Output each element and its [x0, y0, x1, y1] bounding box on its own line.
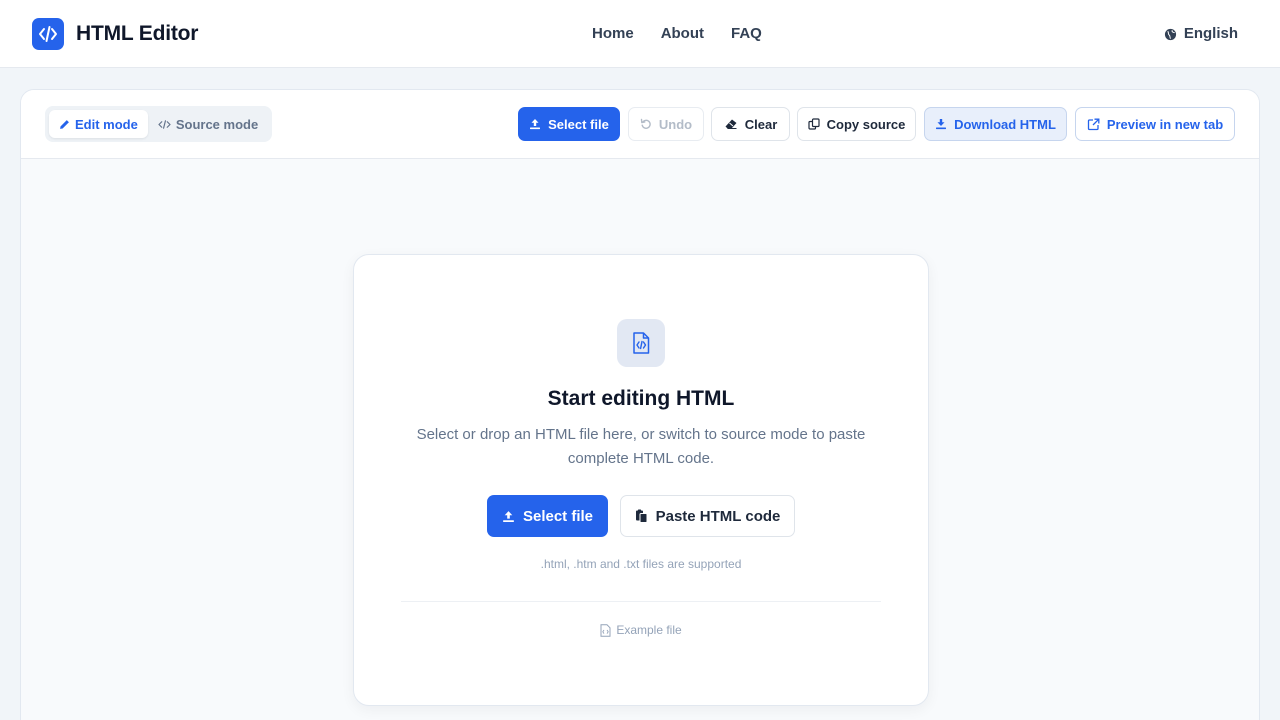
- language-selector[interactable]: English: [1164, 24, 1238, 44]
- toolbar-select-file-button[interactable]: Select file: [518, 107, 620, 141]
- preview-new-tab-button[interactable]: Preview in new tab: [1075, 107, 1235, 141]
- top-header: HTML Editor Home About FAQ English: [0, 0, 1280, 68]
- nav-about[interactable]: About: [661, 24, 704, 44]
- preview-label: Preview in new tab: [1106, 116, 1224, 132]
- download-html-label: Download HTML: [954, 116, 1056, 132]
- clear-button[interactable]: Clear: [711, 107, 790, 141]
- select-file-button[interactable]: Select file: [487, 495, 608, 537]
- download-icon: [936, 119, 947, 130]
- select-file-label: Select file: [522, 507, 594, 525]
- main-nav: Home About FAQ: [592, 24, 789, 44]
- upload-icon: [503, 510, 514, 522]
- code-icon: [32, 18, 64, 50]
- pencil-icon: [60, 119, 69, 129]
- paste-html-code-button[interactable]: Paste HTML code: [620, 495, 795, 537]
- source-mode-label: Source mode: [175, 116, 259, 132]
- select-file-label: Select file: [548, 116, 609, 132]
- edit-mode-label: Edit mode: [75, 116, 138, 132]
- clear-label: Clear: [744, 116, 778, 132]
- upload-icon: [530, 119, 541, 130]
- copy-icon: [808, 118, 820, 130]
- download-html-button[interactable]: Download HTML: [924, 107, 1067, 141]
- copy-source-label: Copy source: [826, 116, 906, 132]
- copy-source-button[interactable]: Copy source: [797, 107, 916, 141]
- editor-panel: Edit mode Source mode Select file Undo C…: [20, 89, 1260, 720]
- paste-code-label: Paste HTML code: [655, 507, 781, 525]
- html-file-icon: [617, 319, 665, 367]
- drop-zone-card[interactable]: Start editing HTML Select or drop an HTM…: [353, 254, 929, 706]
- example-file-label: Example file: [616, 623, 682, 637]
- undo-icon: [640, 118, 651, 129]
- clipboard-icon: [635, 509, 648, 523]
- undo-label: Undo: [658, 116, 693, 132]
- code-icon: [158, 119, 171, 129]
- eraser-icon: [725, 119, 737, 129]
- mode-switch: Edit mode Source mode: [45, 106, 273, 142]
- language-label: English: [1183, 25, 1238, 42]
- brand-name: HTML Editor: [76, 22, 199, 45]
- nav-faq[interactable]: FAQ: [731, 24, 762, 44]
- edit-mode-tab[interactable]: Edit mode: [49, 110, 148, 138]
- brand[interactable]: HTML Editor: [32, 18, 198, 50]
- empty-state-title: Start editing HTML: [547, 387, 735, 410]
- file-code-icon: [600, 623, 611, 637]
- source-mode-tab[interactable]: Source mode: [148, 110, 268, 138]
- nav-home[interactable]: Home: [592, 24, 634, 44]
- supported-formats-note: .html, .htm and .txt files are supported: [540, 557, 742, 571]
- undo-button[interactable]: Undo: [628, 107, 704, 141]
- empty-state-description: Select or drop an HTML file here, or swi…: [416, 426, 866, 467]
- editor-toolbar: Edit mode Source mode Select file Undo C…: [21, 90, 1259, 159]
- example-file-link[interactable]: Example file: [354, 623, 928, 637]
- divider: [401, 601, 881, 602]
- globe-icon: [1164, 28, 1176, 40]
- external-link-icon: [1087, 118, 1100, 130]
